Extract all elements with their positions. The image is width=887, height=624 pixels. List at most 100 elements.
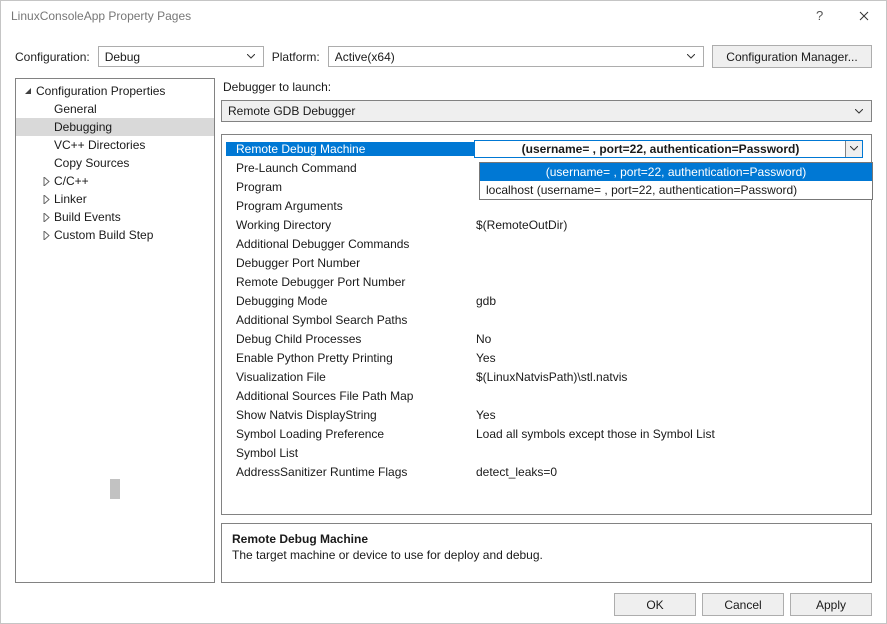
tree-item[interactable]: VC++ Directories [16, 136, 214, 154]
ok-button[interactable]: OK [614, 593, 696, 616]
property-value[interactable]: gdb [474, 292, 863, 310]
platform-label: Platform: [272, 50, 320, 64]
configuration-value: Debug [105, 50, 243, 64]
configuration-manager-button[interactable]: Configuration Manager... [712, 45, 872, 68]
apply-button[interactable]: Apply [790, 593, 872, 616]
window-title: LinuxConsoleApp Property Pages [11, 9, 796, 23]
tree-item[interactable]: Linker [16, 190, 214, 208]
cancel-button[interactable]: Cancel [702, 593, 784, 616]
tree-item[interactable]: Custom Build Step [16, 226, 214, 244]
property-row[interactable]: AddressSanitizer Runtime Flagsdetect_lea… [226, 462, 863, 481]
property-row[interactable]: Debug Child ProcessesNo [226, 329, 863, 348]
tree-item[interactable]: General [16, 100, 214, 118]
apply-label: Apply [816, 598, 846, 612]
property-value-text: Yes [476, 351, 496, 365]
property-panel: Debugger to launch: Remote GDB Debugger … [221, 78, 872, 583]
category-tree[interactable]: Configuration Properties General Debuggin… [15, 78, 215, 583]
property-value[interactable]: (username= , port=22, authentication=Pas… [474, 140, 863, 158]
property-row[interactable]: Working Directory$(RemoteOutDir) [226, 215, 863, 234]
platform-value: Active(x64) [335, 50, 683, 64]
property-value[interactable]: Yes [474, 406, 863, 424]
tree-item[interactable]: Debugging [16, 118, 214, 136]
description-text: The target machine or device to use for … [232, 548, 861, 562]
ok-label: OK [646, 598, 663, 612]
chevron-down-icon [243, 54, 259, 59]
svg-text:?: ? [816, 9, 823, 23]
property-name: Debugging Mode [226, 294, 474, 308]
configuration-select[interactable]: Debug [98, 46, 264, 67]
expand-icon[interactable] [40, 231, 52, 240]
property-value[interactable] [474, 444, 863, 462]
property-row[interactable]: Debugger Port Number [226, 253, 863, 272]
property-value[interactable] [474, 273, 863, 291]
property-row[interactable]: Additional Symbol Search Paths [226, 310, 863, 329]
property-name: Remote Debug Machine [226, 142, 474, 156]
property-name: Working Directory [226, 218, 474, 232]
property-value[interactable]: $(LinuxNatvisPath)\stl.natvis [474, 368, 863, 386]
close-button[interactable] [841, 1, 886, 31]
debugger-launch-value: Remote GDB Debugger [228, 104, 355, 118]
collapse-icon[interactable] [22, 87, 34, 96]
expand-icon[interactable] [40, 177, 52, 186]
chevron-down-icon [851, 109, 867, 114]
property-row[interactable]: Symbol Loading PreferenceLoad all symbol… [226, 424, 863, 443]
tree-item-label: Build Events [54, 210, 121, 224]
expand-icon[interactable] [40, 195, 52, 204]
tree-item[interactable]: Build Events [16, 208, 214, 226]
property-value[interactable]: No [474, 330, 863, 348]
property-row[interactable]: Remote Debug Machine (username= , port=22… [226, 139, 863, 158]
property-name: Additional Debugger Commands [226, 237, 474, 251]
tree-root[interactable]: Configuration Properties [16, 82, 214, 100]
remote-machine-dropdown[interactable]: (username= , port=22, authentication=Pas… [479, 162, 873, 200]
cancel-label: Cancel [724, 598, 761, 612]
dropdown-option[interactable]: (username= , port=22, authentication=Pas… [480, 163, 872, 181]
property-value[interactable] [474, 254, 863, 272]
property-name: Additional Symbol Search Paths [226, 313, 474, 327]
property-row[interactable]: Symbol List [226, 443, 863, 462]
property-row[interactable]: Show Natvis DisplayStringYes [226, 405, 863, 424]
configuration-label: Configuration: [15, 50, 90, 64]
property-row[interactable]: Additional Debugger Commands [226, 234, 863, 253]
titlebar: LinuxConsoleApp Property Pages ? [1, 1, 886, 31]
property-value[interactable]: Load all symbols except those in Symbol … [474, 425, 863, 443]
description-title: Remote Debug Machine [232, 532, 861, 546]
description-pane: Remote Debug Machine The target machine … [221, 523, 872, 583]
scrollbar-thumb[interactable] [110, 479, 120, 499]
property-row[interactable]: Enable Python Pretty PrintingYes [226, 348, 863, 367]
main-area: Configuration Properties General Debuggin… [1, 78, 886, 583]
tree-root-label: Configuration Properties [36, 84, 165, 98]
property-row[interactable]: Debugging Modegdb [226, 291, 863, 310]
tree-item[interactable]: C/C++ [16, 172, 214, 190]
property-value-text: (username= , port=22, authentication=Pas… [522, 142, 800, 156]
tree-item-label: VC++ Directories [54, 138, 145, 152]
property-row[interactable]: Visualization File$(LinuxNatvisPath)\stl… [226, 367, 863, 386]
property-value[interactable]: $(RemoteOutDir) [474, 216, 863, 234]
tree-item-label: C/C++ [54, 174, 89, 188]
property-name: Show Natvis DisplayString [226, 408, 474, 422]
property-row[interactable]: Additional Sources File Path Map [226, 386, 863, 405]
tree-item-label: Custom Build Step [54, 228, 153, 242]
property-value[interactable] [474, 387, 863, 405]
dropdown-button[interactable] [845, 141, 862, 157]
help-button[interactable]: ? [796, 1, 841, 31]
property-name: Debugger Port Number [226, 256, 474, 270]
property-name: Enable Python Pretty Printing [226, 351, 474, 365]
property-value-text: Yes [476, 408, 496, 422]
property-value[interactable] [474, 235, 863, 253]
property-value-text: $(LinuxNatvisPath)\stl.natvis [476, 370, 627, 384]
property-row[interactable]: Remote Debugger Port Number [226, 272, 863, 291]
dropdown-option[interactable]: localhost (username= , port=22, authenti… [480, 181, 872, 199]
property-value-text: No [476, 332, 491, 346]
expand-icon[interactable] [40, 213, 52, 222]
debugger-launch-label: Debugger to launch: [221, 78, 872, 100]
tree-item-label: General [54, 102, 97, 116]
tree-item-label: Debugging [54, 120, 112, 134]
property-value-text: $(RemoteOutDir) [476, 218, 567, 232]
platform-select[interactable]: Active(x64) [328, 46, 704, 67]
property-value[interactable] [474, 311, 863, 329]
tree-item[interactable]: Copy Sources [16, 154, 214, 172]
debugger-launch-select[interactable]: Remote GDB Debugger [221, 100, 872, 122]
property-value[interactable]: detect_leaks=0 [474, 463, 863, 481]
property-name: Additional Sources File Path Map [226, 389, 474, 403]
property-value[interactable]: Yes [474, 349, 863, 367]
